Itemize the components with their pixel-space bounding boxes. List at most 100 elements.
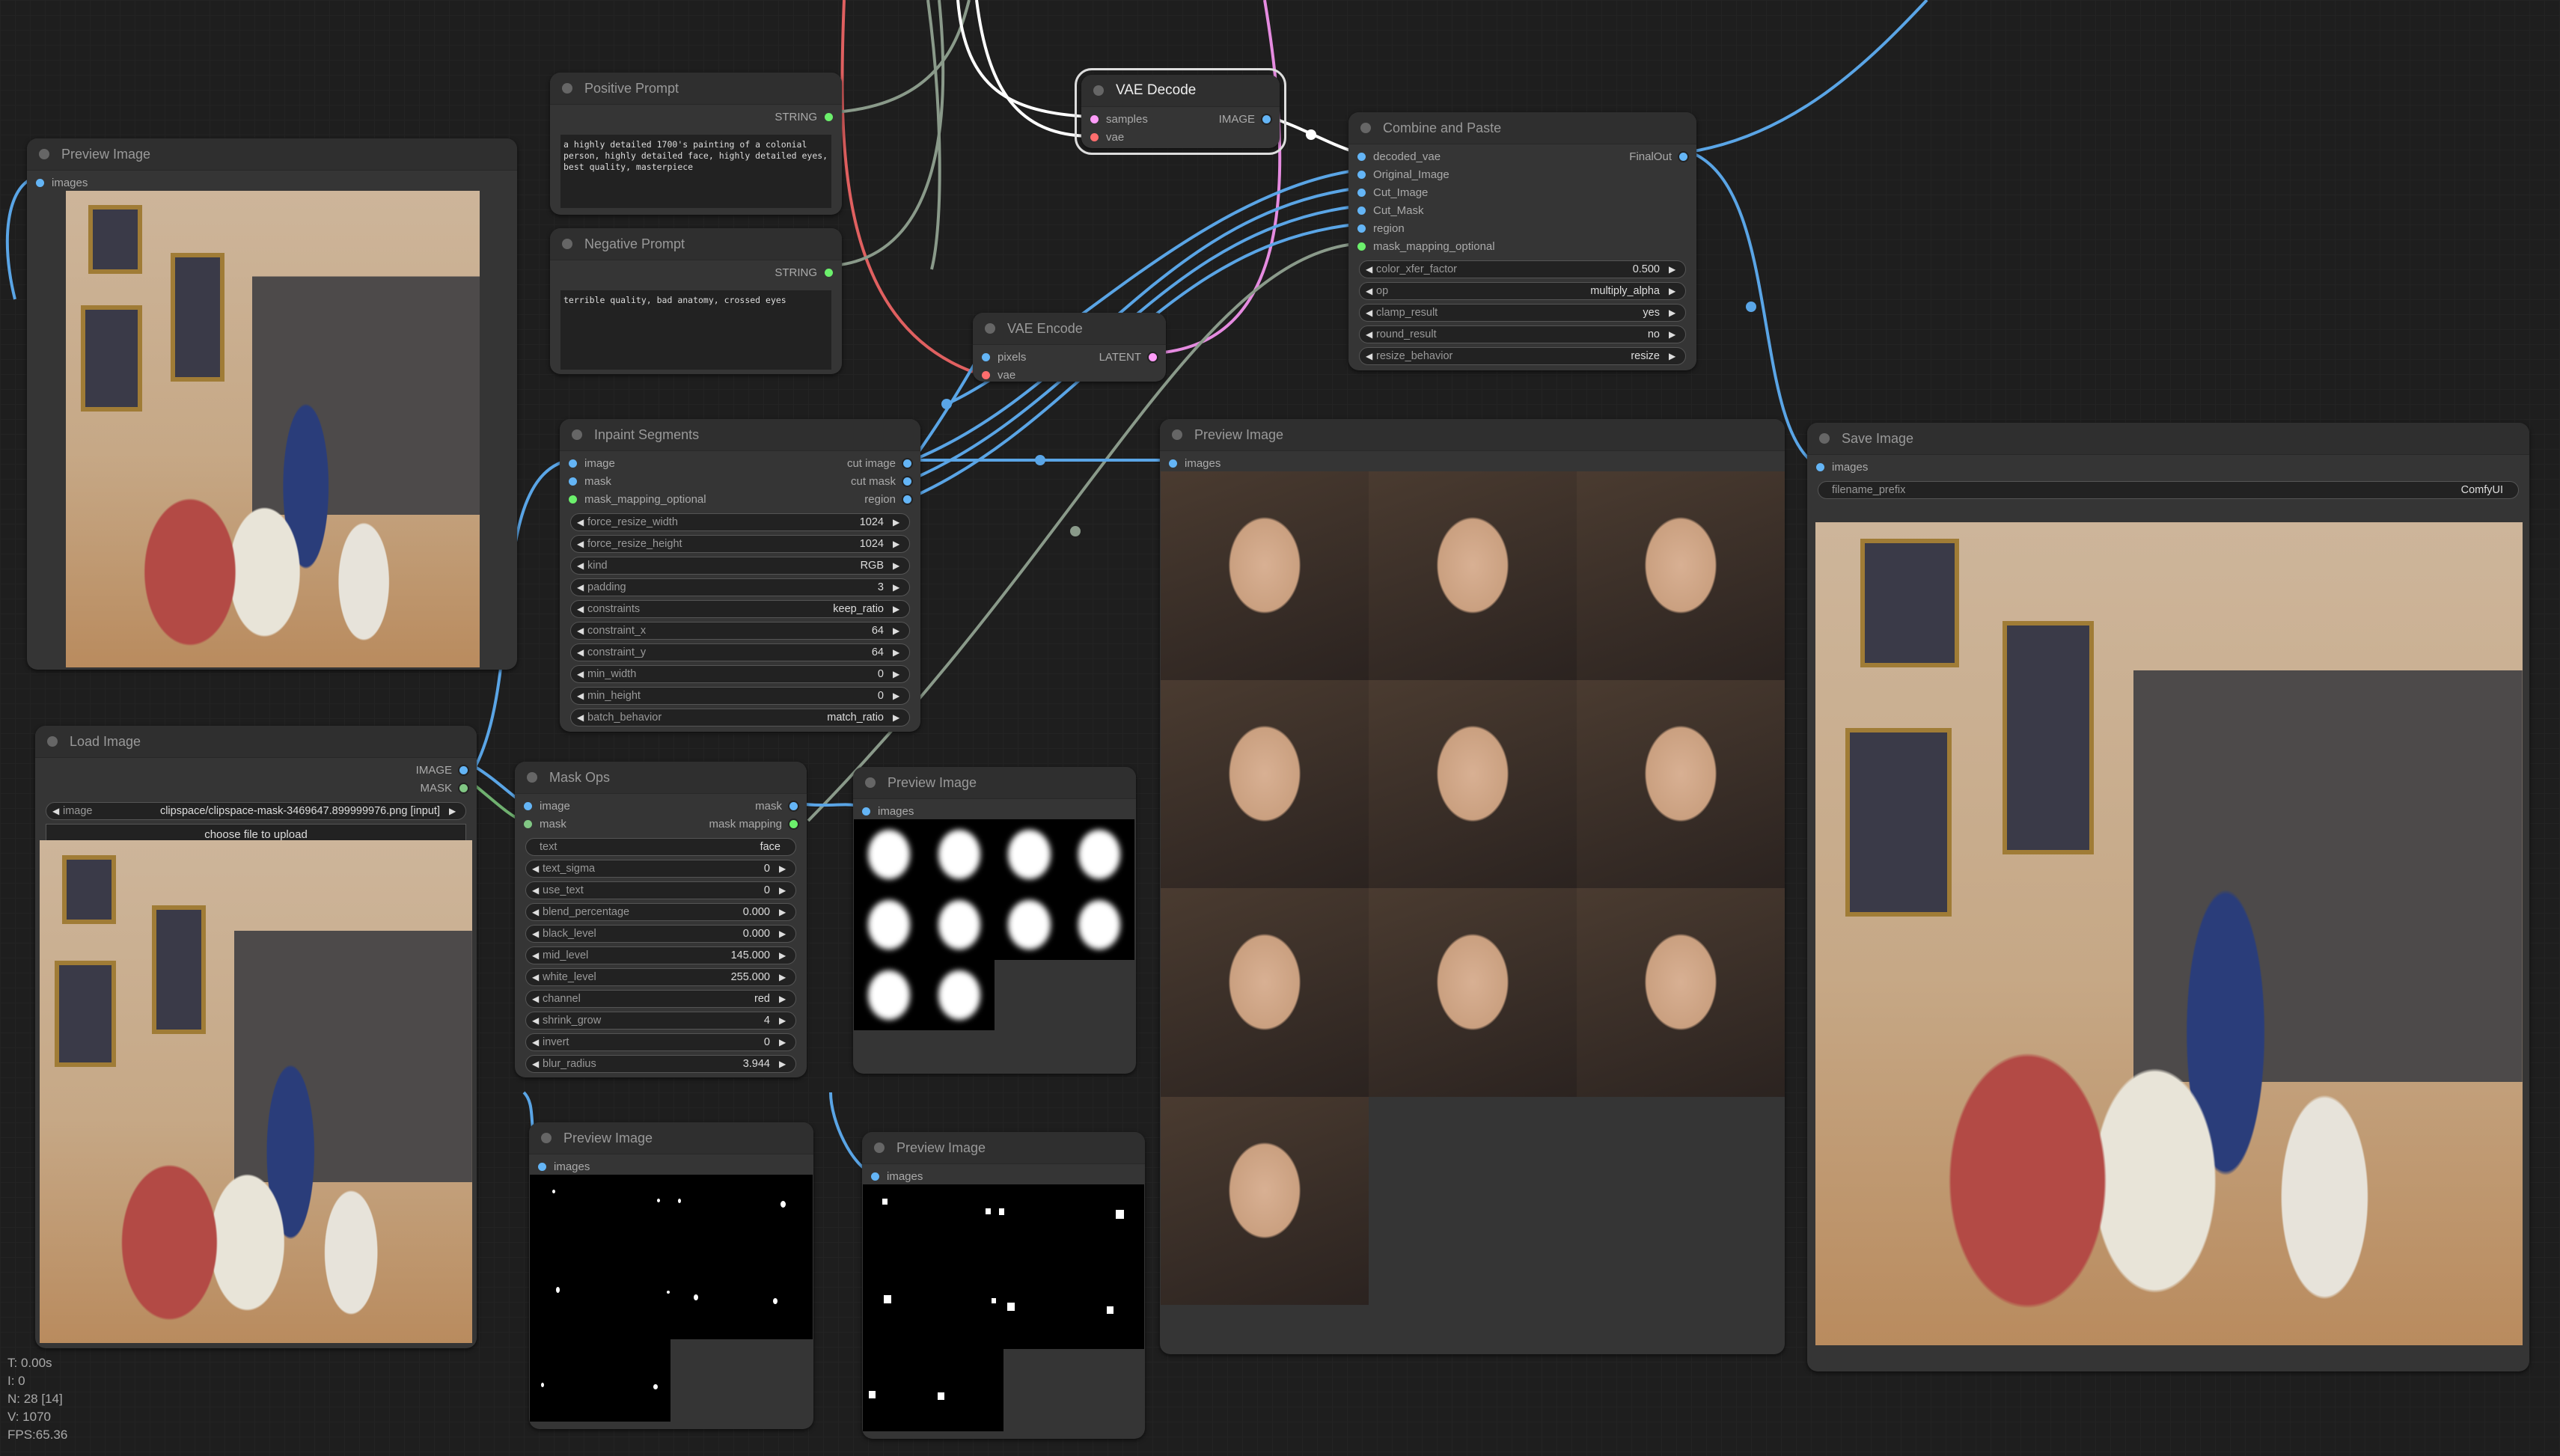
mask-blob-thumbnail[interactable] — [854, 890, 924, 960]
collapse-dot-icon[interactable] — [39, 149, 49, 159]
preview-image-node-masks[interactable]: Preview Image images — [853, 767, 1136, 1074]
node-title-bar[interactable]: Inpaint Segments — [560, 419, 920, 451]
widget-force-resize-width[interactable]: ◀ force_resize_width 1024 ▶ — [570, 513, 910, 531]
increment-arrow-icon[interactable]: ▶ — [1669, 351, 1679, 361]
face-crop-thumbnail[interactable] — [1161, 1096, 1369, 1305]
face-crop-thumbnail[interactable] — [1577, 888, 1785, 1097]
decrement-arrow-icon[interactable]: ◀ — [577, 691, 587, 701]
widget-use-text[interactable]: ◀ use_text 0 ▶ — [525, 881, 796, 899]
node-title-bar[interactable]: Mask Ops — [515, 762, 807, 794]
increment-arrow-icon[interactable]: ▶ — [779, 907, 789, 917]
positive-prompt-textarea[interactable]: a highly detailed 1700's painting of a c… — [560, 135, 831, 208]
widget-value[interactable]: 4 — [764, 1015, 770, 1027]
output-slot-mask-mapping[interactable]: mask mapping — [709, 818, 807, 831]
widget-value[interactable]: clipspace/clipspace-mask-3469647.8999999… — [130, 805, 440, 817]
image-socket-icon[interactable] — [459, 765, 468, 774]
image-socket-icon[interactable] — [1357, 206, 1366, 215]
increment-arrow-icon[interactable]: ▶ — [779, 994, 789, 1004]
decrement-arrow-icon[interactable]: ◀ — [532, 1015, 543, 1026]
inpaint-segments-node[interactable]: Inpaint Segments image cut image mask cut … — [560, 419, 920, 732]
widget-value[interactable]: 0 — [764, 1036, 770, 1048]
mask-blob-thumbnail[interactable] — [924, 960, 995, 1030]
latent-socket-icon[interactable] — [1149, 352, 1157, 361]
widget-value[interactable]: keep_ratio — [833, 603, 884, 615]
node-title-bar[interactable]: Load Image — [35, 726, 477, 758]
input-slot-mask[interactable]: mask — [515, 818, 566, 831]
input-slot-images[interactable]: images — [27, 177, 88, 189]
decrement-arrow-icon[interactable]: ◀ — [577, 669, 587, 679]
widget-value[interactable]: 0 — [764, 863, 770, 875]
image-socket-icon[interactable] — [871, 1172, 879, 1181]
input-slot-images[interactable]: images — [1160, 457, 1221, 470]
output-slot-mask[interactable]: mask — [755, 800, 807, 813]
face-crop-thumbnail[interactable] — [1369, 679, 1577, 888]
decrement-arrow-icon[interactable]: ◀ — [532, 1037, 543, 1047]
mask-blob-thumbnail[interactable] — [924, 819, 995, 890]
increment-arrow-icon[interactable]: ▶ — [893, 582, 903, 593]
image-file-combo[interactable]: ◀ image clipspace/clipspace-mask-3469647.8… — [46, 802, 466, 820]
widget-kind[interactable]: ◀ kind RGB ▶ — [570, 557, 910, 575]
node-title-bar[interactable]: Positive Prompt — [550, 73, 842, 105]
increment-arrow-icon[interactable]: ▶ — [893, 691, 903, 701]
vae-socket-icon[interactable] — [982, 370, 990, 379]
widget-value[interactable]: 64 — [872, 646, 884, 658]
input-slot-vae[interactable]: vae — [973, 369, 1015, 382]
increment-arrow-icon[interactable]: ▶ — [449, 806, 459, 816]
collapse-dot-icon[interactable] — [1360, 123, 1371, 133]
mask-socket-icon[interactable] — [569, 495, 577, 504]
widget-value[interactable]: 255.000 — [731, 971, 770, 983]
increment-arrow-icon[interactable]: ▶ — [779, 950, 789, 961]
widget-mid-level[interactable]: ◀ mid_level 145.000 ▶ — [525, 946, 796, 964]
vae-decode-node[interactable]: VAE Decode samples IMAGE vae — [1075, 68, 1286, 155]
mask-blob-thumbnail[interactable] — [995, 819, 1065, 890]
decrement-arrow-icon[interactable]: ◀ — [577, 647, 587, 658]
image-socket-icon[interactable] — [1169, 459, 1177, 468]
widget-white-level[interactable]: ◀ white_level 255.000 ▶ — [525, 968, 796, 986]
load-image-node[interactable]: Load Image IMAGE MASK ◀ image clipspace/cl… — [35, 726, 477, 1348]
image-socket-icon[interactable] — [1357, 170, 1366, 179]
widget-value[interactable]: 0.500 — [1633, 263, 1660, 275]
collapse-dot-icon[interactable] — [1172, 429, 1182, 440]
increment-arrow-icon[interactable]: ▶ — [779, 863, 789, 874]
increment-arrow-icon[interactable]: ▶ — [893, 604, 903, 614]
input-slot-mask-mapping[interactable]: mask_mapping_optional — [560, 493, 706, 506]
image-socket-icon[interactable] — [789, 801, 798, 810]
widget-value[interactable]: resize — [1631, 350, 1660, 362]
string-socket-icon[interactable] — [825, 112, 833, 121]
output-slot-image[interactable]: IMAGE — [1219, 113, 1280, 126]
face-crop-thumbnail[interactable] — [1577, 679, 1785, 888]
widget-batch-behavior[interactable]: ◀ batch_behavior match_ratio ▶ — [570, 709, 910, 727]
input-slot-cut-mask[interactable]: Cut_Mask — [1348, 204, 1424, 217]
output-slot-string[interactable]: STRING — [775, 111, 842, 123]
decrement-arrow-icon[interactable]: ◀ — [577, 712, 587, 723]
output-slot-latent[interactable]: LATENT — [1099, 351, 1166, 364]
mask-socket-icon[interactable] — [1357, 242, 1366, 251]
increment-arrow-icon[interactable]: ▶ — [779, 929, 789, 939]
input-slot-mask-mapping[interactable]: mask_mapping_optional — [1348, 240, 1495, 253]
decrement-arrow-icon[interactable]: ◀ — [577, 625, 587, 636]
input-slot-images[interactable]: images — [862, 1170, 923, 1183]
widget-force-resize-height[interactable]: ◀ force_resize_height 1024 ▶ — [570, 535, 910, 553]
mask-socket-icon[interactable] — [789, 819, 798, 828]
input-slot-images[interactable]: images — [529, 1160, 590, 1173]
widget-constraints[interactable]: ◀ constraints keep_ratio ▶ — [570, 600, 910, 618]
increment-arrow-icon[interactable]: ▶ — [893, 712, 903, 723]
widget-value[interactable]: ComfyUI — [2461, 484, 2503, 496]
widget-black-level[interactable]: ◀ black_level 0.000 ▶ — [525, 925, 796, 943]
widget-value[interactable]: match_ratio — [827, 712, 884, 724]
image-socket-icon[interactable] — [538, 1162, 546, 1171]
mask-blob-thumbnail[interactable] — [924, 890, 995, 960]
vae-encode-node[interactable]: VAE Encode pixels LATENT vae — [973, 313, 1166, 382]
collapse-dot-icon[interactable] — [1093, 85, 1104, 96]
output-slot-image[interactable]: IMAGE — [416, 764, 477, 777]
widget-resize-behavior[interactable]: ◀ resize_behavior resize ▶ — [1359, 347, 1686, 365]
decrement-arrow-icon[interactable]: ◀ — [532, 863, 543, 874]
negative-prompt-node[interactable]: Negative Prompt STRING terrible quality,… — [550, 228, 842, 374]
output-slot-finalout[interactable]: FinalOut — [1629, 150, 1696, 163]
decrement-arrow-icon[interactable]: ◀ — [532, 950, 543, 961]
output-slot-mask[interactable]: MASK — [420, 782, 477, 795]
filename-prefix-field[interactable]: filename_prefix ComfyUI — [1818, 481, 2519, 499]
image-socket-icon[interactable] — [36, 178, 44, 187]
decrement-arrow-icon[interactable]: ◀ — [532, 972, 543, 982]
node-title-bar[interactable]: Preview Image — [529, 1122, 813, 1154]
